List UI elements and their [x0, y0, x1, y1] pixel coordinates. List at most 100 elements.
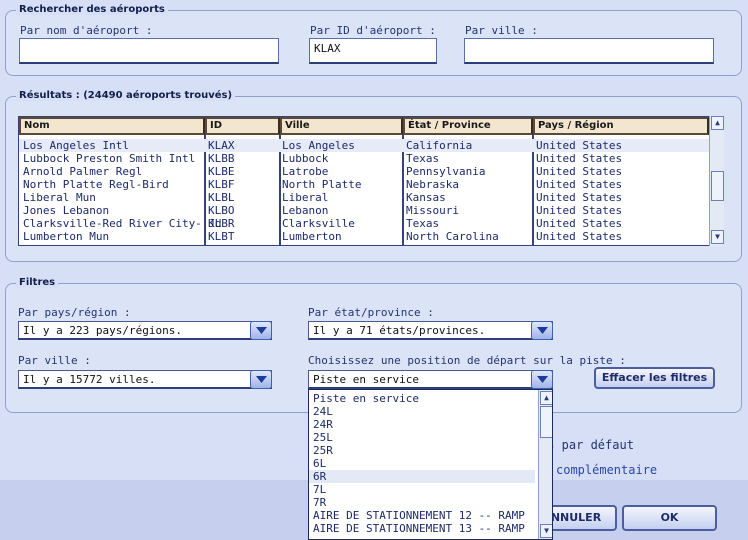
airport-city-input[interactable]: [464, 38, 714, 64]
table-row[interactable]: Lumberton Mun KLBT Lumberton North Carol…: [19, 230, 709, 243]
state-filter-label: Par état/province :: [308, 306, 434, 319]
cell-country: United States: [536, 217, 623, 230]
default-settings-text: rs par défaut: [540, 438, 634, 452]
column-header-state[interactable]: État / Province: [403, 117, 533, 135]
cell-country: United States: [536, 178, 623, 191]
dropdown-highlight: [309, 470, 535, 483]
cell-name: Liberal Mun: [23, 191, 96, 204]
cell-name: Lubbock Preston Smith Intl: [23, 152, 196, 165]
cell-state: Texas: [406, 152, 440, 165]
scroll-up-icon[interactable]: ▲: [540, 391, 552, 405]
by-city-label: Par ville :: [465, 24, 538, 37]
cell-country: United States: [536, 230, 623, 243]
country-filter-value: Il y a 223 pays/régions.: [23, 324, 182, 337]
table-row[interactable]: Los Angeles Intl KLAX Los Angeles Califo…: [19, 139, 709, 152]
results-table-header: Nom ID Ville État / Province Pays / Régi…: [19, 117, 709, 135]
state-filter-value: Il y a 71 états/provinces.: [313, 324, 486, 337]
dropdown-option[interactable]: 25L: [313, 431, 333, 444]
table-row[interactable]: Arnold Palmer Regl KLBE Latrobe Pennsylv…: [19, 165, 709, 178]
cell-id: KLAX: [208, 139, 235, 152]
cell-id: KLBT: [208, 230, 235, 243]
clear-filters-button[interactable]: Effacer les filtres: [594, 367, 715, 389]
airport-name-input[interactable]: [19, 38, 279, 64]
dropdown-option[interactable]: AIRE DE STATIONNEMENT 12 -- RAMP: [313, 509, 525, 522]
column-header-city[interactable]: Ville: [280, 117, 403, 135]
dropdown-option[interactable]: 25R: [313, 444, 333, 457]
cell-state: North Carolina: [406, 230, 499, 243]
cell-id: KLBB: [208, 152, 235, 165]
ok-button[interactable]: OK: [622, 505, 717, 531]
cell-city: Clarksville: [282, 217, 355, 230]
cell-country: United States: [536, 165, 623, 178]
dropdown-option[interactable]: 24L: [313, 405, 333, 418]
runway-dropdown-list[interactable]: Piste en service 24L 24R 25L 25R 6L 6R 7…: [308, 389, 553, 540]
city-filter-value: Il y a 15772 villes.: [23, 373, 156, 386]
runway-start-label: Choisissez une position de départ sur la…: [308, 354, 626, 367]
by-name-label: Par nom d'aéroport :: [20, 24, 153, 37]
cell-country: United States: [536, 152, 623, 165]
cell-city: Lebanon: [282, 204, 329, 217]
dropdown-option[interactable]: Piste en service: [313, 392, 419, 405]
cell-id: KLBL: [208, 191, 235, 204]
cell-country: United States: [536, 191, 623, 204]
chevron-down-icon[interactable]: [531, 370, 553, 389]
cell-country: United States: [536, 204, 623, 217]
cell-city: North Platte: [282, 178, 362, 191]
dropdown-scrollbar[interactable]: ▲ ▼: [538, 390, 552, 539]
chevron-down-icon[interactable]: [531, 321, 553, 340]
dropdown-option[interactable]: 24R: [313, 418, 333, 431]
cell-name: Clarksville-Red River City- Jd: [23, 217, 222, 230]
cell-name: Arnold Palmer Regl: [23, 165, 143, 178]
results-group-title: Résultats : (24490 aéroports trouvés): [16, 90, 236, 101]
cell-name: North Platte Regl-Bird: [23, 178, 169, 191]
scroll-thumb[interactable]: [540, 406, 552, 438]
table-row[interactable]: Lubbock Preston Smith Intl KLBB Lubbock …: [19, 152, 709, 165]
runway-start-select[interactable]: Piste en service: [308, 370, 553, 389]
scroll-up-icon[interactable]: ▲: [711, 116, 724, 130]
cell-id: KLBR: [208, 217, 235, 230]
cell-state: Nebraska: [406, 178, 459, 191]
city-filter-select[interactable]: Il y a 15772 villes.: [18, 370, 272, 389]
airport-id-input[interactable]: KLAX: [309, 38, 437, 64]
state-filter-select[interactable]: Il y a 71 états/provinces.: [308, 321, 553, 340]
cell-id: KLBO: [208, 204, 235, 217]
cell-state: Pennsylvania: [406, 165, 486, 178]
table-row[interactable]: Clarksville-Red River City- Jd KLBR Clar…: [19, 217, 709, 230]
search-group-title: Rechercher des aéroports: [16, 4, 168, 15]
cell-id: KLBF: [208, 178, 235, 191]
chevron-down-icon[interactable]: [250, 370, 272, 389]
cell-name: Jones Lebanon: [23, 204, 110, 217]
dropdown-option[interactable]: AIRE DE STATIONNEMENT 13 -- RAMP: [313, 522, 525, 535]
country-filter-label: Par pays/région :: [18, 306, 131, 319]
runway-start-value: Piste en service: [313, 373, 419, 386]
country-filter-select[interactable]: Il y a 223 pays/régions.: [18, 321, 272, 340]
cell-state: Kansas: [406, 191, 446, 204]
results-table[interactable]: Nom ID Ville État / Province Pays / Régi…: [18, 116, 710, 246]
table-row[interactable]: North Platte Regl-Bird KLBF North Platte…: [19, 178, 709, 191]
table-row[interactable]: Jones Lebanon KLBO Lebanon Missouri Unit…: [19, 204, 709, 217]
scroll-down-icon[interactable]: ▼: [540, 524, 552, 538]
cell-country: United States: [536, 139, 623, 152]
results-scrollbar[interactable]: ▲ ▼: [709, 116, 724, 246]
filters-group-title: Filtres: [16, 277, 59, 288]
cell-state: Missouri: [406, 204, 459, 217]
cell-id: KLBE: [208, 165, 235, 178]
dropdown-option[interactable]: 7L: [313, 483, 326, 496]
column-header-country[interactable]: Pays / Région: [533, 117, 709, 135]
chevron-down-icon[interactable]: [250, 321, 272, 340]
cell-state: California: [406, 139, 473, 152]
supplementary-text: complémentaire: [556, 463, 658, 477]
scroll-down-icon[interactable]: ▼: [711, 230, 724, 244]
cell-name: Los Angeles Intl: [23, 139, 129, 152]
table-row[interactable]: Liberal Mun KLBL Liberal Kansas United S…: [19, 191, 709, 204]
column-header-name[interactable]: Nom: [19, 117, 205, 135]
cell-city: Liberal: [282, 191, 329, 204]
cell-city: Lubbock: [282, 152, 329, 165]
scroll-thumb[interactable]: [711, 171, 724, 201]
dropdown-option[interactable]: 7R: [313, 496, 326, 509]
by-id-label: Par ID d'aéroport :: [310, 24, 436, 37]
dropdown-option-highlighted[interactable]: 6R: [313, 470, 326, 483]
cell-name: Lumberton Mun: [23, 230, 110, 243]
dropdown-option[interactable]: 6L: [313, 457, 326, 470]
column-header-id[interactable]: ID: [205, 117, 280, 135]
